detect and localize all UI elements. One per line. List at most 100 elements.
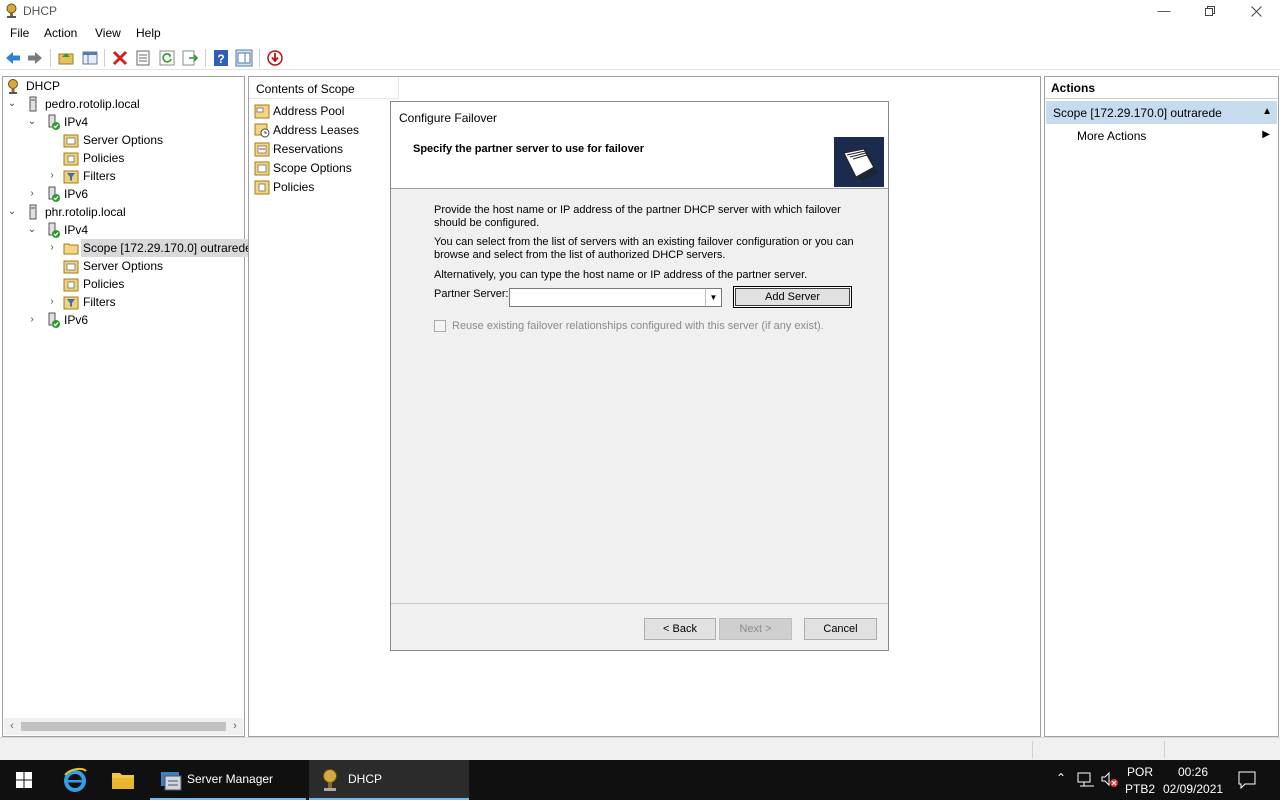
tree-label: IPv4: [64, 223, 89, 237]
folder-icon: [112, 773, 134, 789]
restore-button[interactable]: [1187, 0, 1233, 23]
taskbar-label: DHCP: [348, 772, 383, 786]
chevron-right-icon[interactable]: ›: [27, 311, 37, 329]
windows-logo-icon: [16, 772, 32, 788]
failover-wizard-icon: [834, 137, 884, 187]
list-item-label: Address Pool: [273, 104, 345, 118]
taskbar-label: Server Manager: [187, 772, 274, 786]
scope-folder-icon: [63, 243, 79, 255]
dialog-paragraph-3: Alternatively, you can type the host nam…: [434, 269, 808, 281]
reuse-relationships-label: Reuse existing failover relationships co…: [452, 320, 824, 332]
add-server-button[interactable]: Add Server: [733, 286, 852, 308]
network-tray[interactable]: [1075, 760, 1097, 800]
chevron-down-icon[interactable]: ⌄: [27, 221, 37, 239]
clock[interactable]: 00:26 02/09/2021: [1160, 760, 1224, 800]
collapse-up-icon[interactable]: ▲: [1262, 106, 1272, 117]
chevron-right-icon[interactable]: ›: [27, 185, 37, 203]
server-manager-taskbar[interactable]: Server Manager: [150, 760, 306, 800]
next-button[interactable]: Next >: [719, 618, 792, 640]
chevron-down-icon[interactable]: ⌄: [7, 203, 17, 221]
dhcp-taskbar[interactable]: DHCP: [309, 760, 469, 800]
menu-action[interactable]: Action: [44, 26, 77, 40]
scroll-right-arrow-icon[interactable]: ›: [228, 719, 242, 734]
cancel-button[interactable]: Cancel: [804, 618, 877, 640]
dialog-paragraph-2: You can select from the list of servers …: [434, 236, 854, 261]
toolbar-separator: [259, 49, 260, 67]
scrollbar-thumb[interactable]: [21, 722, 226, 731]
list-item-label: Policies: [273, 180, 315, 194]
dialog-separator: [391, 603, 888, 604]
partner-server-combobox[interactable]: ▼: [509, 288, 722, 307]
column-header-contents[interactable]: Contents of Scope: [249, 77, 399, 99]
minimize-button[interactable]: —: [1141, 0, 1187, 23]
tree-label: Server Options: [83, 259, 164, 273]
close-button[interactable]: [1233, 0, 1279, 23]
window-title: DHCP: [23, 4, 58, 18]
status-section: [1032, 741, 1033, 758]
action-center[interactable]: [1232, 760, 1262, 800]
back-arrow-icon[interactable]: [4, 49, 22, 67]
chevron-up-icon: ⌃: [1056, 771, 1067, 785]
tree-label: Server Options: [83, 133, 164, 147]
chevron-right-icon[interactable]: ›: [47, 239, 57, 257]
chevron-down-icon[interactable]: ⌄: [27, 113, 37, 131]
deactivate-icon[interactable]: [266, 49, 284, 67]
properties-icon[interactable]: [134, 49, 152, 67]
more-actions-item[interactable]: More Actions: [1077, 129, 1146, 143]
menu-help[interactable]: Help: [136, 26, 161, 40]
start-button[interactable]: [0, 760, 48, 800]
volume-tray[interactable]: [1099, 760, 1121, 800]
actions-pane: Actions Scope [172.29.170.0] outrarede ▲…: [1044, 76, 1279, 737]
ipv6-icon: [48, 312, 60, 328]
dropdown-arrow-icon[interactable]: ▼: [705, 289, 721, 306]
title-bar: DHCP —: [0, 0, 1280, 23]
list-item-label: Reservations: [273, 142, 344, 156]
horizontal-scrollbar[interactable]: ‹ ›: [4, 718, 243, 735]
minimize-icon: —: [1157, 3, 1171, 18]
back-button[interactable]: < Back: [644, 618, 716, 640]
tree-label: DHCP: [26, 79, 61, 93]
forward-arrow-icon[interactable]: [26, 49, 44, 67]
actions-scope-header[interactable]: Scope [172.29.170.0] outrarede ▲: [1046, 101, 1277, 124]
up-folder-icon[interactable]: [57, 49, 75, 67]
dhcp-taskbar-icon: [323, 769, 337, 791]
dialog-title: Configure Failover: [399, 111, 498, 125]
refresh-icon[interactable]: [158, 49, 176, 67]
help-icon[interactable]: ?: [212, 49, 230, 67]
filters-icon: [63, 296, 79, 310]
menu-view[interactable]: View: [95, 26, 121, 40]
show-hide-action-pane-icon[interactable]: [235, 49, 253, 67]
chevron-down-icon[interactable]: ⌄: [7, 95, 17, 113]
clock-time: 00:26: [1178, 765, 1209, 779]
scroll-left-arrow-icon[interactable]: ‹: [5, 719, 19, 734]
show-hide-tree-icon[interactable]: [81, 49, 99, 67]
tree-label: Policies: [83, 277, 125, 291]
tree-label: Scope [172.29.170.0] outrarede: [81, 239, 254, 257]
toolbar-separator: [104, 49, 105, 67]
ipv4-icon: [48, 114, 60, 130]
address-pool-icon: [254, 104, 270, 119]
show-hidden-icons[interactable]: ⌃: [1054, 760, 1070, 800]
export-list-icon[interactable]: [181, 49, 199, 67]
policies-icon: [63, 152, 79, 166]
internet-explorer-icon: [64, 767, 87, 792]
clock-date: 02/09/2021: [1163, 782, 1224, 796]
partner-server-label: Partner Server:: [434, 288, 509, 300]
configure-failover-dialog: Configure Failover Specify the partner s…: [390, 101, 889, 651]
menu-file[interactable]: File: [10, 26, 29, 40]
toolbar: ?: [0, 46, 1280, 70]
actions-scope-label: Scope [172.29.170.0] outrarede: [1053, 106, 1222, 120]
file-explorer-taskbar[interactable]: [100, 760, 146, 800]
language-code: POR: [1127, 765, 1154, 779]
speaker-muted-icon: [1101, 771, 1118, 787]
scope-options-icon: [254, 161, 270, 176]
policies-icon: [63, 278, 79, 292]
delete-icon[interactable]: [111, 49, 129, 67]
chevron-right-icon[interactable]: ›: [47, 293, 57, 311]
status-section: [1164, 741, 1165, 758]
input-language-tray[interactable]: POR PTB2: [1123, 760, 1155, 800]
chevron-right-icon[interactable]: ›: [47, 167, 57, 185]
internet-explorer-taskbar[interactable]: [52, 760, 98, 800]
tree-label: Filters: [83, 295, 116, 309]
reuse-relationships-checkbox[interactable]: [434, 320, 446, 332]
